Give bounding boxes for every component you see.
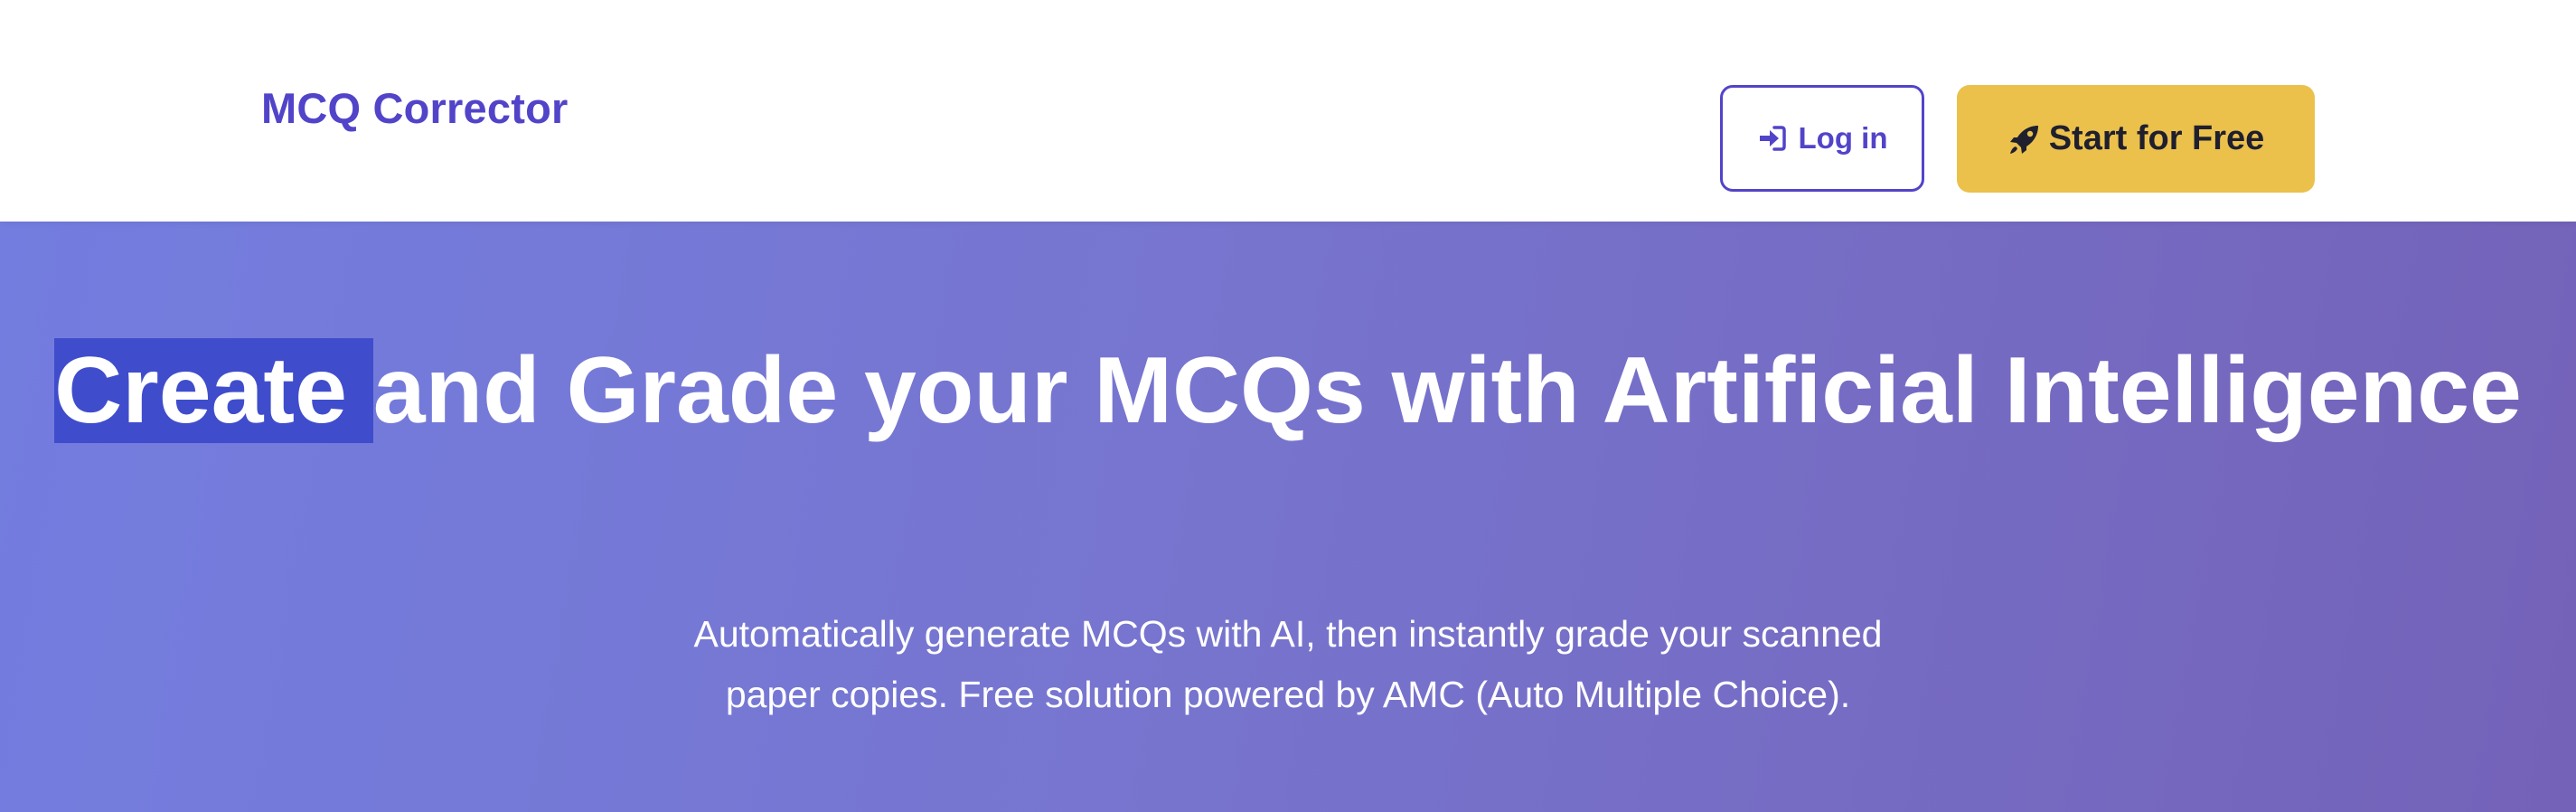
start-for-free-label: Start for Free bbox=[2048, 119, 2265, 157]
top-navbar: MCQ Corrector Log in Start for Free bbox=[0, 0, 2576, 222]
rocket-icon bbox=[2007, 122, 2042, 156]
hero-title: Create and Grade your MCQs with Artifici… bbox=[0, 335, 2576, 447]
login-button[interactable]: Log in bbox=[1720, 85, 1924, 192]
selected-text[interactable]: Create bbox=[54, 338, 373, 443]
login-label: Log in bbox=[1798, 121, 1888, 155]
start-for-free-button[interactable]: Start for Free bbox=[1957, 85, 2315, 193]
sign-in-icon bbox=[1757, 125, 1786, 152]
hero-subtitle: Automatically generate MCQs with AI, the… bbox=[693, 613, 1883, 715]
hero-title-rest: and Grade your MCQs with Artificial Inte… bbox=[372, 338, 2522, 443]
brand-logo[interactable]: MCQ Corrector bbox=[261, 83, 568, 133]
hero-section: Create and Grade your MCQs with Artifici… bbox=[0, 222, 2576, 812]
